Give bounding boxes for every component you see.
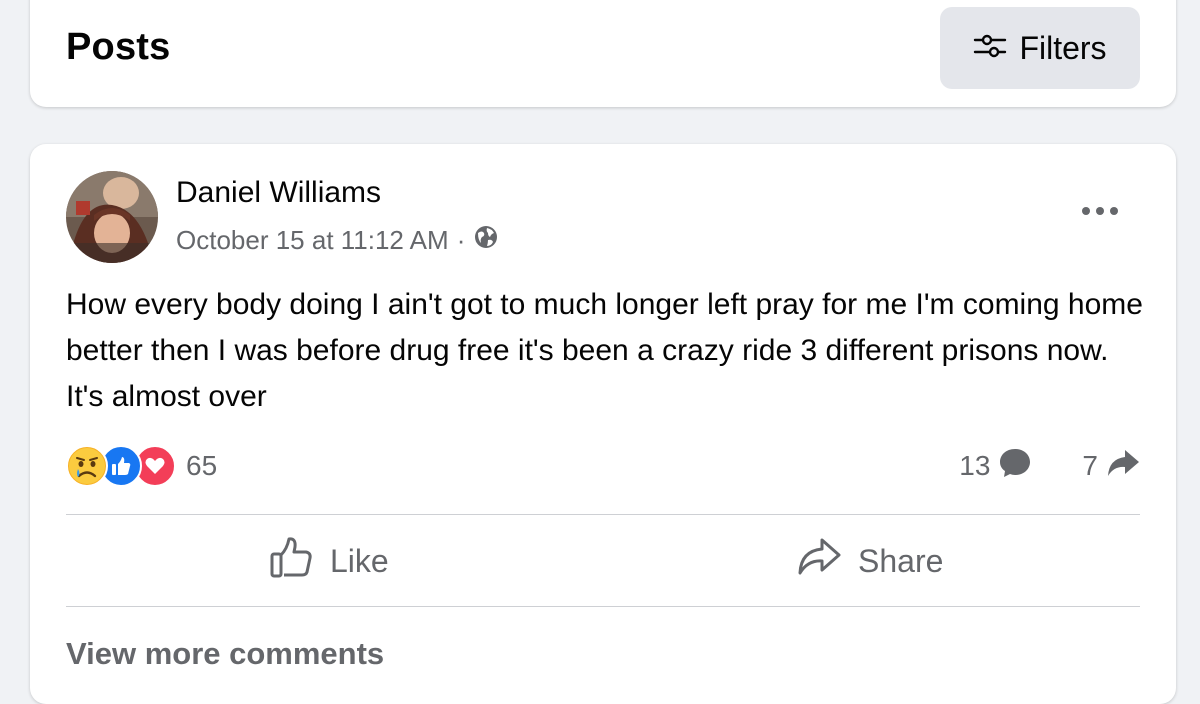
reaction-icons xyxy=(66,445,176,487)
like-button[interactable]: Like xyxy=(268,528,389,594)
posts-title: Posts xyxy=(66,26,171,68)
like-label: Like xyxy=(330,542,389,579)
avatar[interactable] xyxy=(66,171,158,263)
comments-count[interactable]: 13 xyxy=(959,450,990,482)
share-label: Share xyxy=(858,542,944,579)
divider-bottom xyxy=(66,606,1140,607)
divider-top xyxy=(66,514,1140,515)
filters-icon xyxy=(973,30,1007,67)
like-icon xyxy=(268,534,314,588)
meta-separator: · xyxy=(456,225,466,255)
share-icon xyxy=(796,536,842,586)
shares-count[interactable]: 7 xyxy=(1082,450,1098,482)
filters-button[interactable]: Filters xyxy=(940,7,1140,89)
globe-icon[interactable] xyxy=(473,224,499,257)
more-options-button[interactable] xyxy=(1070,196,1130,226)
sad-reaction-icon xyxy=(66,445,108,487)
post-meta: October 15 at 11:12 AM · xyxy=(176,224,499,257)
share-count-icon[interactable] xyxy=(1106,448,1140,485)
reactions-summary[interactable]: 65 xyxy=(66,444,217,488)
posts-header-card: Posts Filters xyxy=(30,0,1176,107)
post-stats: 13 7 xyxy=(959,444,1140,488)
view-more-comments-link[interactable]: View more comments xyxy=(66,636,384,672)
filters-label: Filters xyxy=(1019,29,1107,66)
comment-icon[interactable] xyxy=(998,447,1032,486)
post-text: How every body doing I ain't got to much… xyxy=(66,288,1143,413)
post-timestamp[interactable]: October 15 at 11:12 AM xyxy=(176,225,449,256)
reaction-count: 65 xyxy=(186,450,218,481)
post-card: Daniel Williams October 15 at 11:12 AM ·… xyxy=(30,144,1176,704)
share-button[interactable]: Share xyxy=(796,528,943,594)
post-author[interactable]: Daniel Williams xyxy=(176,176,381,210)
